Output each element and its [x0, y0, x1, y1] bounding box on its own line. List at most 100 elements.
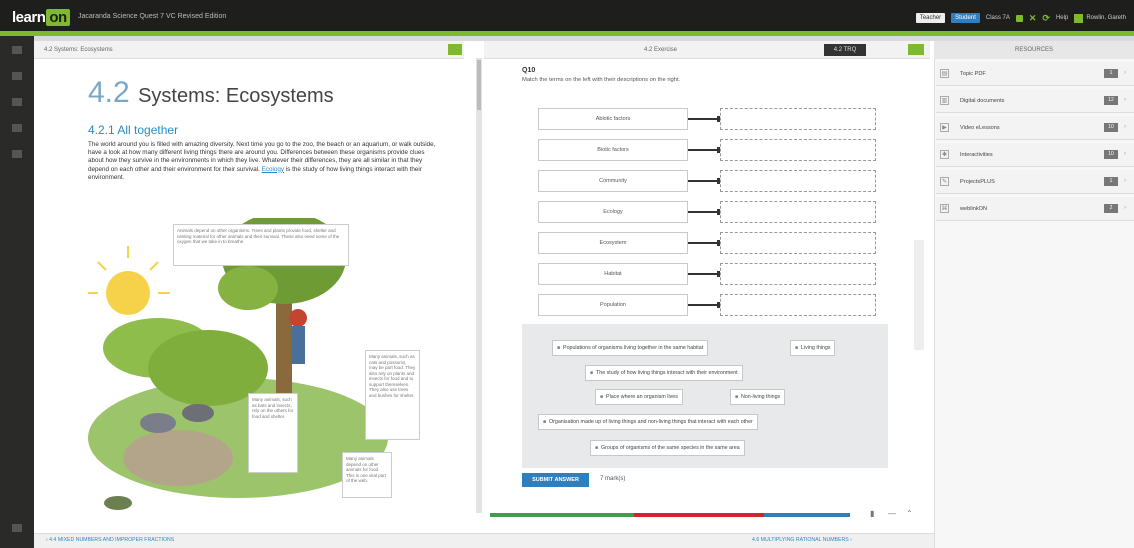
lesson-panel-header: 4.2 Systems: Ecosystems	[34, 41, 464, 59]
resource-count-badge: 2	[1104, 204, 1118, 213]
student-toggle[interactable]: Student	[951, 13, 980, 23]
term-box: Ecosystem	[538, 232, 688, 254]
drop-zone[interactable]	[720, 201, 876, 223]
marks-label: 7 mark(s)	[600, 476, 626, 482]
resource-item[interactable]: ✎ ProjectsPLUS 1 ›	[936, 170, 1134, 194]
previous-lesson-link[interactable]: ‹ 4.4 MIXED NUMBERS AND IMPROPER FRACTIO…	[46, 537, 174, 543]
answer-text: Living things	[801, 345, 831, 351]
logo-on: on	[46, 9, 70, 26]
settings-icon[interactable]	[12, 524, 22, 532]
help-link[interactable]: Help	[1056, 15, 1068, 21]
teacher-toggle[interactable]: Teacher	[915, 13, 946, 23]
term-box: Ecology	[538, 201, 688, 223]
resource-item[interactable]: ▥ Digital documents 12 ›	[936, 89, 1134, 113]
expand-lesson-icon[interactable]	[448, 44, 462, 55]
answer-text: Organisation made up of living things an…	[549, 419, 753, 425]
bookmarks-icon[interactable]	[12, 98, 22, 106]
ecosystem-illustration: Animals depend on other organisms. Trees…	[86, 212, 440, 513]
user-name: Rowlin, Gareth	[1086, 15, 1126, 21]
notes-icon[interactable]	[12, 124, 22, 132]
resource-count-badge: 10	[1104, 123, 1118, 132]
answer-chip[interactable]: ■ The study of how living things interact…	[585, 365, 743, 381]
answer-chip[interactable]: ■ Groups of organisms of the same species…	[590, 440, 745, 456]
refresh-icon[interactable]: ⟳	[1042, 13, 1050, 24]
drag-handle-icon: ■	[543, 419, 547, 425]
trq-tab[interactable]: 4.2 TRQ	[824, 44, 866, 56]
contents-icon[interactable]	[12, 72, 22, 80]
trash-icon[interactable]: ▮	[870, 509, 874, 518]
answer-chip[interactable]: ■ Non-living things	[730, 389, 786, 405]
projectsplus-icon: ✎	[940, 177, 949, 186]
resource-item[interactable]: ⌘ weblinkON 2 ›	[936, 197, 1134, 221]
lesson-breadcrumb[interactable]: 4.2 Systems: Ecosystems	[44, 47, 113, 53]
lesson-scrollbar[interactable]	[476, 58, 482, 513]
rocks	[123, 430, 233, 486]
next-lesson-link[interactable]: 4.6 MULTIPLYING RATIONAL NUMBERS ›	[752, 537, 852, 543]
resource-item[interactable]: ▤ Topic PDF 1 ›	[936, 62, 1134, 86]
exercise-menu-icon[interactable]	[908, 44, 924, 55]
answer-chip[interactable]: ■ Populations of organisms living togethe…	[552, 340, 709, 356]
exercise-panel-header: 4.2 Exercise 4.2 TRQ	[484, 41, 930, 59]
question-text: Match the terms on the left with their d…	[522, 77, 681, 83]
section-heading: 4.2 Systems: Ecosystems	[88, 76, 334, 110]
resource-count-badge: 1	[1104, 177, 1118, 186]
answer-text: The study of how living things interact …	[596, 370, 738, 376]
answer-text: Populations of organisms living together…	[563, 345, 704, 351]
note-cats-possums: Many animals, such as cats and possums, …	[365, 350, 420, 440]
answer-text: Non-living things	[741, 394, 781, 400]
topbar-controls: Teacher Student Class 7A ✕ ⟳ Help Rowlin…	[915, 10, 1134, 26]
top-bar: learn on Jacaranda Science Quest 7 VC Rev…	[0, 0, 1134, 36]
note-plants: Animals depend on other organisms. Trees…	[173, 224, 349, 266]
duck	[104, 496, 132, 510]
hiker-head	[289, 309, 307, 327]
chevron-right-icon: ›	[848, 537, 852, 543]
exercise-scrollbar[interactable]	[914, 240, 924, 350]
progress-segment-correct	[490, 513, 634, 517]
resources-header: RESOURCES	[934, 41, 1134, 59]
resource-item[interactable]: ✱ Interactivities 10 ›	[936, 143, 1134, 167]
chevron-right-icon: ›	[1124, 205, 1126, 211]
intro-paragraph: The world around you is filled with amaz…	[88, 141, 440, 182]
answer-chip[interactable]: ■ Living things	[790, 340, 836, 356]
question-number: Q10	[522, 67, 536, 74]
lesson-scroll-thumb[interactable]	[477, 60, 481, 110]
note-food-web: Many animals depend on other animals for…	[342, 452, 392, 498]
drop-zone[interactable]	[720, 170, 876, 192]
ecology-link[interactable]: Ecology	[262, 166, 284, 173]
drop-zone[interactable]	[720, 108, 876, 130]
answer-text: Place where an organism lives	[606, 394, 678, 400]
drag-handle-icon: ■	[600, 394, 604, 400]
resource-count-badge: 1	[1104, 69, 1118, 78]
tree-canopy-2	[218, 266, 278, 310]
learnon-logo[interactable]: learn on	[12, 9, 70, 26]
minimize-icon[interactable]: —	[888, 509, 896, 518]
drop-zone[interactable]	[720, 294, 876, 316]
answer-chip[interactable]: ■ Organisation made up of living things a…	[538, 414, 758, 430]
answer-chip[interactable]: ■ Place where an organism lives	[595, 389, 683, 405]
connector-line	[688, 302, 721, 308]
connector-line	[688, 147, 721, 153]
resource-label: Digital documents	[960, 98, 1005, 104]
drop-zone[interactable]	[720, 263, 876, 285]
app-title: Jacaranda Science Quest 7 VC Revised Edi…	[78, 13, 227, 20]
hiker-body	[291, 326, 305, 364]
drop-zone[interactable]	[720, 139, 876, 161]
class-status-icon	[1015, 14, 1023, 22]
drop-zone[interactable]	[720, 232, 876, 254]
class-selector[interactable]: Class 7A	[986, 15, 1010, 21]
user-menu[interactable]: Rowlin, Gareth	[1074, 13, 1126, 23]
resource-count-badge: 10	[1104, 150, 1118, 159]
digital-documents-icon: ▥	[940, 96, 949, 105]
collapse-icon[interactable]: ⌃	[906, 509, 913, 518]
resource-item[interactable]: ▶ Video eLessons 10 ›	[936, 116, 1134, 140]
search-icon[interactable]	[12, 150, 22, 158]
menu-icon[interactable]	[12, 46, 22, 54]
chevron-right-icon: ›	[1124, 70, 1126, 76]
note-bats-insects: Many animals, such as bats and insects, …	[248, 393, 298, 473]
tools-icon[interactable]: ✕	[1029, 13, 1037, 24]
chevron-right-icon: ›	[1124, 151, 1126, 157]
logo-learn: learn	[12, 9, 46, 26]
submit-answer-button[interactable]: SUBMIT ANSWER	[522, 473, 589, 487]
drag-handle-icon: ■	[595, 445, 599, 451]
section-number: 4.2	[88, 76, 130, 109]
